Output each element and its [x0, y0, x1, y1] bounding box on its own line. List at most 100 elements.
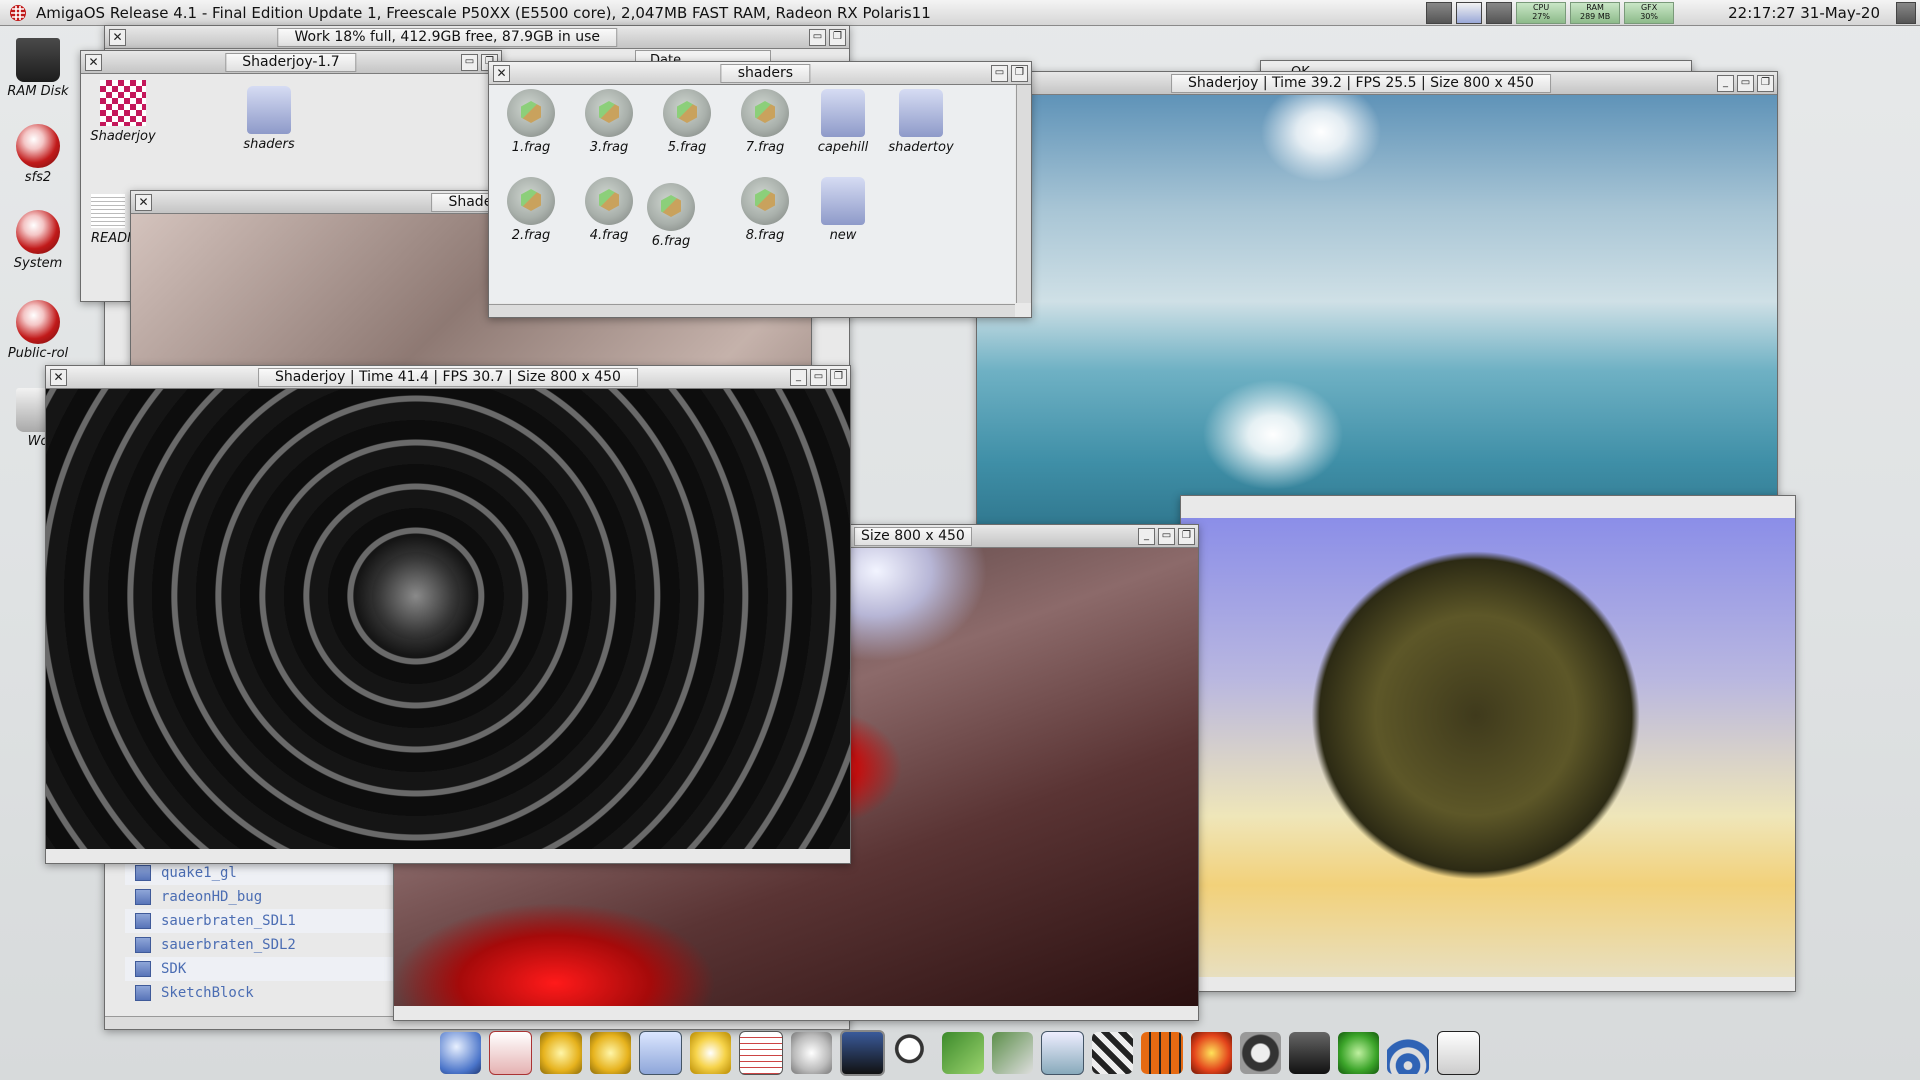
depth-icon[interactable]: ❐	[1178, 528, 1195, 545]
gfx-meter: GFX 30%	[1624, 1, 1675, 24]
capehill-drawer[interactable]: capehill	[807, 89, 879, 155]
network-icon[interactable]	[1486, 1, 1513, 24]
shader-file-icon	[585, 177, 633, 225]
work-window-title: Work 18% full, 412.9GB free, 87.9GB in u…	[277, 28, 617, 47]
list-item[interactable]: SketchBlock	[125, 981, 415, 1005]
shader-file-icon	[741, 177, 789, 225]
shader-render-canvas	[46, 389, 850, 849]
notepad-icon[interactable]	[739, 1031, 783, 1075]
clapperboard-icon[interactable]	[1092, 1032, 1134, 1074]
vertical-scrollbar[interactable]	[1016, 85, 1031, 303]
globe-icon[interactable]	[440, 1032, 482, 1074]
shader-file-3[interactable]: 3.frag	[573, 89, 645, 155]
desktop-icon-ram-disk[interactable]: RAM Disk	[0, 38, 76, 99]
down-arrow-icon[interactable]	[1338, 1032, 1380, 1074]
desktop-icon-public[interactable]: Public-rol	[0, 300, 76, 361]
film-icon[interactable]	[1141, 1032, 1183, 1074]
render-window-title: Size 800 x 450	[854, 527, 972, 546]
screen-depth-icon[interactable]	[1896, 1, 1916, 24]
drawer-icon	[899, 89, 943, 137]
close-icon[interactable]: ✕	[85, 54, 102, 71]
shader-render-canvas	[977, 95, 1777, 554]
shaders-drawer-icon[interactable]: shaders	[233, 86, 305, 152]
shaderjoy-render-window-metal[interactable]: ✕ Shaderjoy | Time 41.4 | FPS 30.7 | Siz…	[45, 365, 851, 864]
shader-render-canvas	[1181, 518, 1795, 977]
window-icon[interactable]	[1040, 1031, 1085, 1075]
amiga-boing-logo-icon[interactable]	[0, 0, 36, 25]
gear-sun-icon[interactable]	[540, 1032, 582, 1074]
drive-icon[interactable]	[1288, 1032, 1331, 1074]
search-document-icon[interactable]	[489, 1031, 533, 1075]
close-icon[interactable]: ✕	[135, 194, 152, 211]
close-icon[interactable]: ✕	[50, 369, 67, 386]
zoom-icon[interactable]: ▭	[810, 369, 827, 386]
shader-file-1[interactable]: 1.frag	[495, 89, 567, 155]
shaders-drawer-titlebar[interactable]: ✕ shaders ▭ ❐	[489, 62, 1031, 85]
shader-file-7[interactable]: 7.frag	[729, 89, 801, 155]
zoom-icon[interactable]: ▭	[1737, 75, 1754, 92]
minimize-icon[interactable]: _	[1138, 528, 1155, 545]
pen-icon[interactable]	[942, 1032, 984, 1074]
zoom-icon[interactable]: ▭	[1158, 528, 1175, 545]
shadertoy-drawer[interactable]: shadertoy	[885, 89, 957, 155]
shaderjoy-drawer-titlebar[interactable]: ✕ Shaderjoy-1.7 ▭❐	[81, 51, 501, 74]
file-icon	[135, 865, 151, 881]
wifi-icon[interactable]	[1387, 1032, 1429, 1074]
close-icon[interactable]: ✕	[493, 65, 510, 82]
shaderjoy-app-icon[interactable]: Shaderjoy	[87, 80, 159, 144]
dock	[440, 1030, 1480, 1076]
shaders-drawer-title: shaders	[720, 64, 811, 83]
shader-file-2[interactable]: 2.frag	[495, 177, 567, 243]
render-window-titlebar[interactable]: ✕ Shaderjoy | Time 41.4 | FPS 30.7 | Siz…	[46, 366, 850, 389]
depth-icon[interactable]: ❐	[1011, 65, 1028, 82]
zoom-icon[interactable]: ▭	[991, 65, 1008, 82]
calendar-icon[interactable]	[638, 1031, 683, 1075]
zoom-icon[interactable]: ▭	[461, 54, 478, 71]
depth-icon[interactable]: ❐	[830, 369, 847, 386]
file-icon	[135, 889, 151, 905]
cd-audio-icon[interactable]	[690, 1032, 732, 1074]
drawer-icon	[247, 86, 291, 134]
zoom-icon[interactable]: ▭	[809, 29, 826, 46]
desktop-icon-system[interactable]: System	[0, 210, 76, 271]
render-window-title: Shaderjoy | Time 39.2 | FPS 25.5 | Size …	[1171, 74, 1551, 93]
readme-icon[interactable]: READM	[91, 194, 131, 246]
desktop-icon-sfs2[interactable]: sfs2	[0, 124, 76, 185]
list-item[interactable]: sauerbraten_SDL1	[125, 909, 415, 933]
depth-icon[interactable]: ❐	[1757, 75, 1774, 92]
horizontal-scrollbar[interactable]	[489, 304, 1015, 317]
monitor-icon[interactable]	[839, 1030, 886, 1076]
magnifier-icon[interactable]	[893, 1032, 935, 1074]
ram-disk-icon	[16, 38, 60, 82]
file-icon	[135, 913, 151, 929]
minimize-icon[interactable]: _	[790, 369, 807, 386]
shader-file-8[interactable]: 8.frag	[729, 177, 801, 243]
tools-icon[interactable]	[991, 1032, 1033, 1074]
fire-icon[interactable]	[1190, 1032, 1232, 1074]
list-item[interactable]: sauerbraten_SDL2	[125, 933, 415, 957]
gear-sun-2-icon[interactable]	[589, 1032, 631, 1074]
list-item[interactable]: radeonHD_bug	[125, 885, 415, 909]
checkerboard-app-icon	[100, 80, 146, 126]
depth-icon[interactable]: ❐	[829, 29, 846, 46]
list-item[interactable]: SDK	[125, 957, 415, 981]
render-window-titlebar[interactable]: Shaderjoy | Time 39.2 | FPS 25.5 | Size …	[977, 72, 1777, 95]
window-list-icon[interactable]	[1426, 1, 1453, 24]
list-item[interactable]: quake1_gl	[125, 861, 415, 885]
shader-file-6[interactable]: 6.frag	[635, 183, 707, 249]
work-window-titlebar[interactable]: ✕ Work 18% full, 412.9GB free, 87.9GB in…	[105, 26, 849, 49]
new-drawer[interactable]: new	[807, 177, 879, 243]
close-icon[interactable]: ✕	[109, 29, 126, 46]
shaders-drawer-window[interactable]: ✕ shaders ▭ ❐ 1.frag 3.frag 5.frag 7.frag…	[488, 61, 1032, 318]
render-window-title: Shaderjoy | Time 41.4 | FPS 30.7 | Size …	[258, 368, 638, 387]
shader-file-5[interactable]: 5.frag	[651, 89, 723, 155]
minimize-icon[interactable]: _	[1717, 75, 1734, 92]
camera-icon[interactable]	[1239, 1032, 1281, 1074]
dosbox-icon[interactable]	[1436, 1031, 1480, 1075]
document-icon	[91, 194, 125, 228]
star-icon[interactable]	[790, 1032, 832, 1074]
shader-file-icon	[663, 89, 711, 137]
clock: 22:17:27 31-May-20	[1728, 3, 1880, 22]
shaderjoy-render-window-ball[interactable]	[1180, 495, 1796, 992]
flag-icon[interactable]	[1456, 1, 1483, 24]
